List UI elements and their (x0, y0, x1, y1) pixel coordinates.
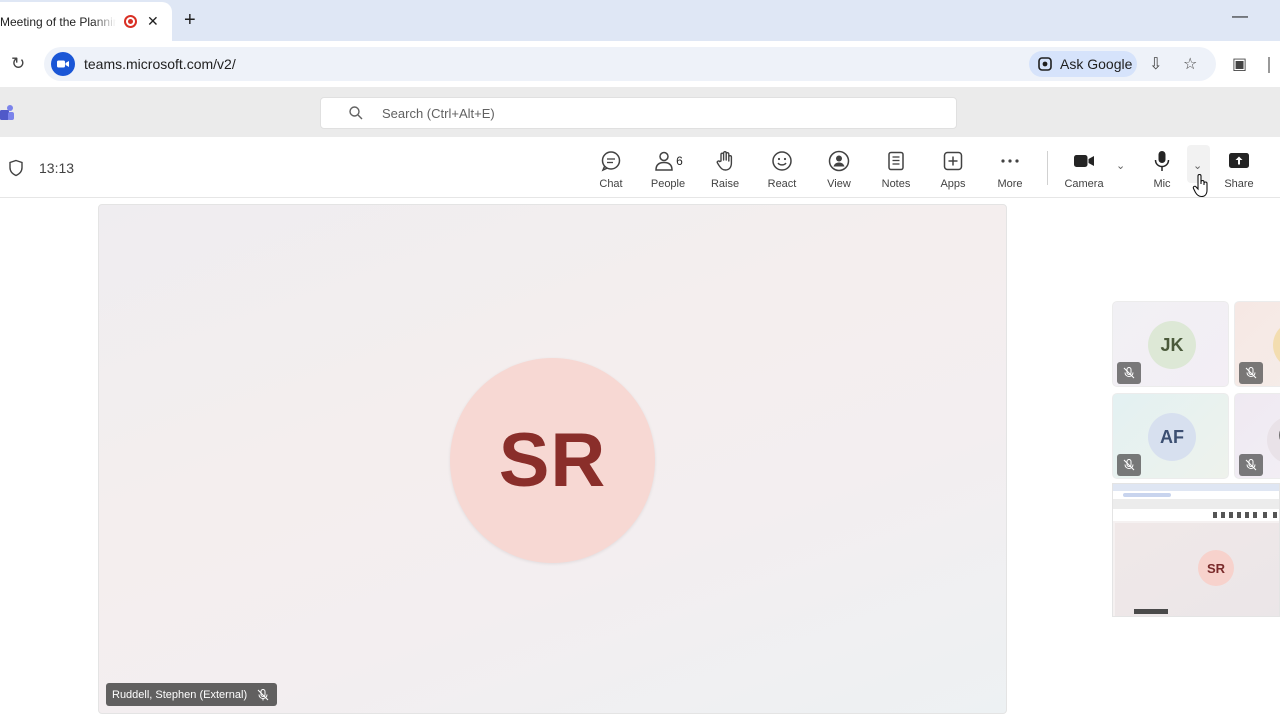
meeting-toolbar: 13:13 Chat 6 People Raise React View Not… (0, 137, 1280, 198)
browser-tab-strip: Meeting of the Planning ✕ + — (0, 0, 1280, 41)
mic-button[interactable]: Mic (1136, 149, 1188, 190)
shared-screen-thumbnail[interactable]: SR (1112, 483, 1280, 617)
participant-photo (1267, 416, 1280, 464)
raise-label: Raise (710, 178, 740, 190)
people-icon (655, 151, 673, 171)
mic-options-chevron-icon[interactable]: ⌄ (1193, 159, 1202, 172)
mic-muted-icon (1123, 459, 1135, 471)
site-info-icon[interactable] (51, 52, 75, 76)
raise-hand-button[interactable]: Raise (699, 149, 751, 190)
view-icon (828, 150, 850, 172)
browser-tab[interactable]: Meeting of the Planning ✕ (0, 2, 172, 41)
share-label: Share (1224, 178, 1254, 190)
omnibox[interactable]: teams.microsoft.com/v2/ Ask Google ⇩ ☆ (44, 47, 1216, 81)
raise-hand-icon (716, 151, 733, 171)
tab-title: Meeting of the Planning (0, 14, 116, 29)
notes-label: Notes (881, 178, 911, 190)
address-bar-row: ↻ teams.microsoft.com/v2/ Ask Google ⇩ ☆… (0, 41, 1280, 87)
ask-google-label: Ask Google (1060, 56, 1133, 72)
window-edge (1268, 57, 1270, 73)
side-panel-icon[interactable]: ▣ (1232, 54, 1247, 74)
thumb-avatar: SR (1198, 550, 1234, 586)
more-label: More (997, 178, 1023, 190)
new-tab-icon[interactable]: + (184, 9, 196, 31)
mic-muted-icon (257, 688, 269, 700)
smile-icon (772, 151, 792, 171)
url-text[interactable]: teams.microsoft.com/v2/ (84, 56, 236, 72)
teams-logo-icon (0, 105, 14, 120)
mic-muted-icon (1245, 459, 1257, 471)
camera-label: Camera (1064, 178, 1104, 190)
microphone-icon (1154, 151, 1170, 171)
mic-muted-badge (1117, 454, 1141, 476)
view-button[interactable]: View (813, 149, 865, 190)
apps-button[interactable]: Apps (927, 149, 979, 190)
camera-button[interactable]: Camera (1058, 149, 1110, 190)
people-button[interactable]: 6 People (642, 149, 694, 190)
gallery-avatar: JK (1148, 321, 1196, 369)
more-icon (1001, 159, 1019, 163)
mic-muted-badge (1117, 362, 1141, 384)
shield-icon (9, 159, 23, 177)
hand-cursor-icon (1192, 174, 1208, 198)
gallery-tile-af[interactable]: AF (1112, 393, 1229, 479)
view-label: View (827, 178, 851, 190)
notes-icon (888, 151, 904, 171)
people-label: People (650, 178, 686, 190)
main-video-tile[interactable]: SR Ruddell, Stephen (External) (98, 204, 1007, 714)
meeting-stage: SR Ruddell, Stephen (External) JK AF SR (0, 198, 1280, 720)
gallery-tile-partial[interactable] (1234, 301, 1280, 387)
chat-label: Chat (599, 178, 623, 190)
search-placeholder: Search (Ctrl+Alt+E) (382, 106, 495, 121)
thumb-tabstrip (1113, 484, 1279, 491)
mic-muted-icon (1123, 367, 1135, 379)
gallery-avatar: AF (1148, 413, 1196, 461)
mic-muted-badge (1239, 362, 1263, 384)
mic-label: Mic (1153, 178, 1171, 190)
meeting-timer: 13:13 (39, 160, 75, 176)
mic-muted-icon (1245, 367, 1257, 379)
google-lens-icon (1038, 57, 1052, 71)
people-count: 6 (676, 154, 683, 168)
main-participant-avatar: SR (450, 358, 655, 563)
participant-name-tag: Ruddell, Stephen (External) (106, 683, 278, 706)
react-label: React (767, 178, 797, 190)
more-button[interactable]: More (984, 149, 1036, 190)
notes-button[interactable]: Notes (870, 149, 922, 190)
chat-icon (601, 151, 621, 172)
minimize-window-icon[interactable]: — (1232, 8, 1248, 26)
reload-icon[interactable]: ↻ (11, 54, 25, 74)
search-icon (349, 106, 363, 120)
mic-muted-badge (1239, 454, 1263, 476)
gallery-tile-photo[interactable] (1234, 393, 1280, 479)
bookmark-star-icon[interactable]: ☆ (1183, 54, 1197, 74)
thumb-teams-header (1113, 499, 1279, 509)
install-app-icon[interactable]: ⇩ (1149, 54, 1162, 74)
share-button[interactable]: Share (1213, 149, 1265, 190)
search-box[interactable]: Search (Ctrl+Alt+E) (320, 97, 957, 129)
gallery-tile-jk[interactable]: JK (1112, 301, 1229, 387)
add-app-icon (943, 151, 963, 171)
share-screen-icon (1229, 153, 1249, 168)
close-tab-icon[interactable]: ✕ (147, 13, 159, 30)
recording-icon (124, 15, 137, 28)
thumb-addressbar (1113, 491, 1279, 499)
ask-google-button[interactable]: Ask Google (1029, 51, 1137, 77)
chat-button[interactable]: Chat (585, 149, 637, 190)
apps-label: Apps (940, 178, 966, 190)
teams-header: Search (Ctrl+Alt+E) (0, 87, 1280, 137)
thumb-name-tag (1134, 609, 1168, 614)
thumb-stage: SR (1115, 523, 1279, 616)
thumb-toolbar (1113, 509, 1279, 521)
camera-icon (1074, 155, 1094, 167)
participant-name: Ruddell, Stephen (External) (112, 688, 248, 701)
gallery-avatar (1273, 321, 1280, 369)
toolbar-divider (1047, 151, 1048, 185)
main-participant-initials: SR (498, 418, 607, 503)
camera-options-chevron-icon[interactable]: ⌄ (1116, 159, 1125, 172)
react-button[interactable]: React (756, 149, 808, 190)
